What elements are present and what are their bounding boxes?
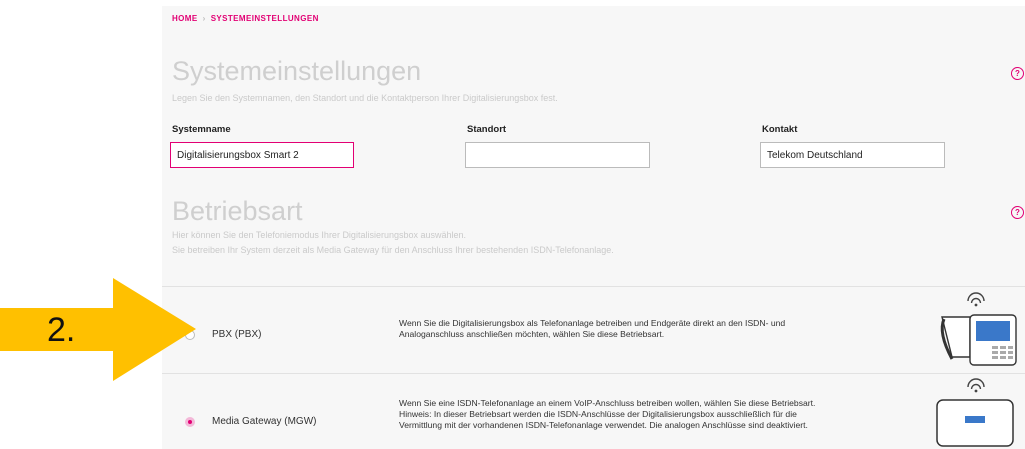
standort-label: Standort (467, 124, 507, 135)
breadcrumb: HOME › SYSTEMEINSTELLUNGEN (172, 14, 319, 23)
breadcrumb-current: SYSTEMEINSTELLUNGEN (210, 14, 319, 23)
router-icon (936, 378, 1014, 447)
step-arrow-icon (0, 278, 196, 381)
breadcrumb-home[interactable]: HOME (172, 14, 198, 23)
option-divider (162, 373, 1025, 374)
system-settings-help-icon[interactable]: ? (1011, 67, 1024, 80)
standort-input[interactable] (465, 142, 650, 168)
mgw-label[interactable]: Media Gateway (MGW) (212, 416, 316, 427)
mgw-description-line: Vermittlung mit der vorhandenen ISDN-Tel… (399, 420, 808, 430)
system-settings-subtitle: Legen Sie den Systemnamen, den Standort … (172, 93, 558, 103)
betriebsart-title: Betriebsart (172, 196, 303, 226)
system-settings-title: Systemeinstellungen (172, 56, 422, 86)
mgw-description: Wenn Sie eine ISDN-Telefonanlage an eine… (399, 398, 919, 431)
kontakt-input[interactable] (760, 142, 945, 168)
step-label: 2. (47, 311, 76, 349)
pbx-description: Wenn Sie die Digitalisierungsbox als Tel… (399, 318, 919, 340)
pbx-description-line: Wenn Sie die Digitalisierungsbox als Tel… (399, 318, 786, 328)
betriebsart-help-icon[interactable]: ? (1011, 206, 1024, 219)
pbx-description-line: Analoganschluss anschließen möchten, wäh… (399, 329, 665, 339)
breadcrumb-separator: › (202, 14, 206, 23)
pbx-label[interactable]: PBX (PBX) (212, 329, 261, 340)
mgw-description-line: Hinweis: In dieser Betriebsart werden di… (399, 409, 797, 419)
systemname-label: Systemname (172, 124, 231, 135)
kontakt-label: Kontakt (762, 124, 798, 135)
betriebsart-subtitle-1: Hier können Sie den Telefoniemodus Ihrer… (172, 230, 467, 240)
settings-panel: HOME › SYSTEMEINSTELLUNGEN Systemeinstellu… (162, 6, 1025, 449)
mgw-description-line: Wenn Sie eine ISDN-Telefonanlage an eine… (399, 398, 816, 408)
option-divider (162, 286, 1025, 287)
phone-system-icon (940, 292, 1017, 366)
mgw-radio[interactable] (185, 417, 195, 427)
betriebsart-subtitle-2: Sie betreiben Ihr System derzeit als Med… (172, 245, 614, 255)
systemname-input[interactable] (170, 142, 354, 168)
